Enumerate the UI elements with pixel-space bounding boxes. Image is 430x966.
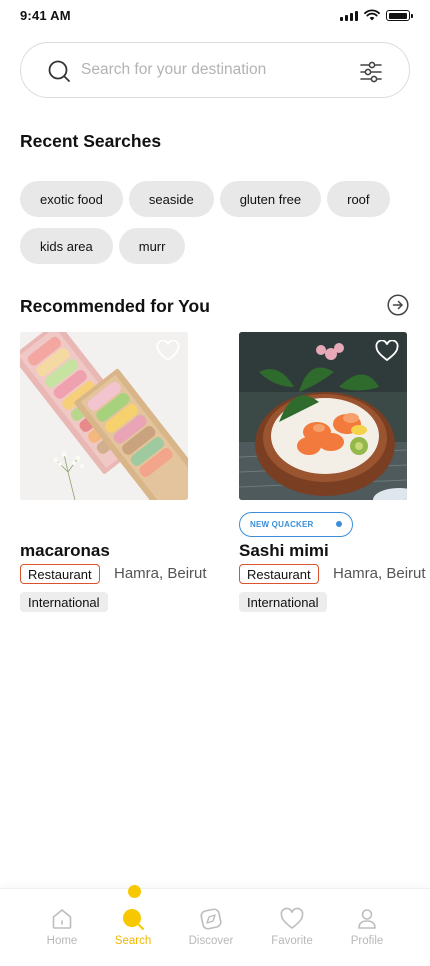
sashimi-photo (239, 332, 407, 500)
nav-discover-label: Discover (188, 935, 234, 947)
nav-discover[interactable]: Discover (176, 907, 246, 947)
recent-search-chip[interactable]: exotic food (20, 181, 123, 217)
macarons-photo (20, 332, 188, 500)
nav-favorite[interactable]: Favorite (257, 907, 327, 947)
recent-search-chip[interactable]: kids area (20, 228, 113, 264)
recent-search-chip[interactable]: murr (118, 228, 186, 264)
restaurant-location: Hamra, Beirut (333, 565, 426, 582)
filter-sliders-icon[interactable] (359, 59, 383, 83)
restaurant-card[interactable]: NEW QUACKER Sashi mimi Restaurant Hamra,… (239, 332, 429, 612)
cellular-signal-icon (340, 10, 358, 21)
bottom-navigation: Home Search Discover Favorite Profile (0, 888, 430, 966)
nav-profile[interactable]: Profile (332, 907, 402, 947)
heart-icon (280, 907, 304, 930)
search-icon (48, 60, 70, 82)
status-icons (340, 9, 413, 21)
restaurant-type-badge: Restaurant (239, 564, 319, 584)
recommended-title: Recommended for You (20, 296, 210, 316)
restaurant-name: Sashi mimi (239, 541, 329, 560)
status-bar: 9:41 AM (0, 0, 430, 32)
home-icon (52, 909, 72, 929)
cuisine-tag: International (239, 592, 327, 612)
nav-favorite-label: Favorite (271, 935, 313, 947)
nav-home-label: Home (46, 935, 78, 947)
search-icon (123, 909, 144, 930)
compass-icon (200, 908, 222, 930)
restaurant-location: Hamra, Beirut (114, 565, 207, 582)
recent-searches-chips: exotic food seaside gluten free roof kid… (20, 181, 420, 264)
battery-icon (386, 10, 413, 21)
recent-search-chip[interactable]: roof (327, 181, 390, 217)
see-all-arrow-icon[interactable] (387, 294, 409, 316)
nav-home[interactable]: Home (27, 907, 97, 947)
nav-search[interactable]: Search (98, 907, 168, 947)
recent-search-chip[interactable]: gluten free (219, 181, 322, 217)
active-nav-indicator (128, 885, 141, 898)
wifi-icon (364, 9, 380, 21)
restaurant-type-badge: Restaurant (20, 564, 100, 584)
restaurant-card[interactable]: macaronas Restaurant Hamra, Beirut Inter… (20, 332, 210, 612)
status-time: 9:41 AM (20, 8, 71, 23)
new-quacker-badge: NEW QUACKER (239, 512, 353, 537)
cuisine-tag: International (20, 592, 108, 612)
recent-search-chip[interactable]: seaside (128, 181, 214, 217)
nav-search-label: Search (114, 935, 152, 947)
new-quacker-label: NEW QUACKER (250, 520, 314, 529)
nav-profile-label: Profile (350, 935, 384, 947)
profile-icon (358, 909, 376, 929)
favorite-heart-icon[interactable] (375, 340, 399, 362)
quacker-dot-icon (336, 521, 342, 527)
recent-searches-title: Recent Searches (20, 131, 162, 151)
restaurant-name: macaronas (20, 541, 110, 560)
search-bar[interactable] (20, 42, 410, 98)
favorite-heart-icon[interactable] (156, 340, 180, 362)
search-input[interactable] (81, 43, 351, 97)
